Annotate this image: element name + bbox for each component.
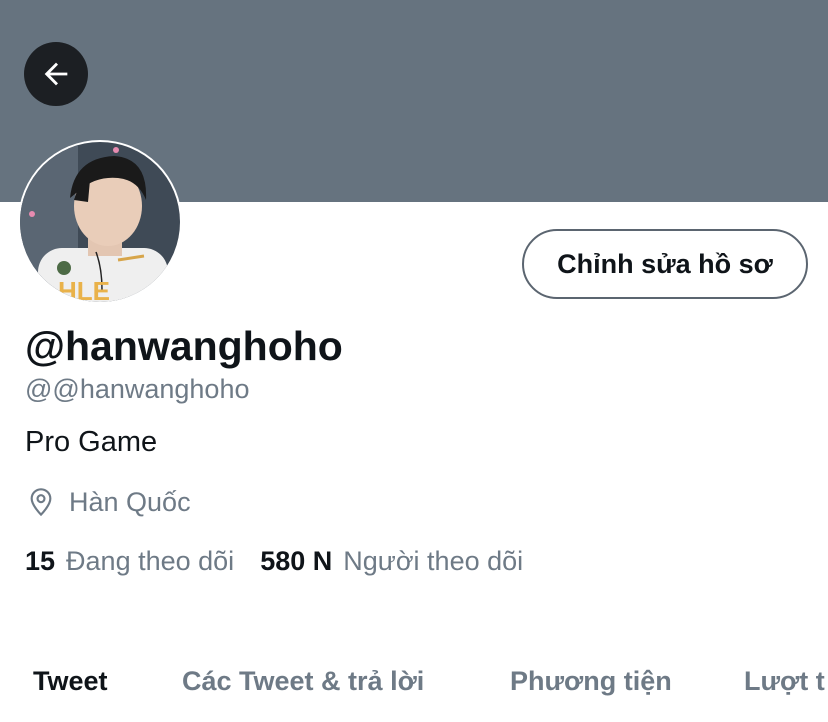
profile-handle: @@hanwanghoho <box>25 374 250 404</box>
avatar[interactable]: HLE <box>18 140 182 304</box>
following-label: Đang theo dõi <box>66 546 235 576</box>
svg-text:HLE: HLE <box>58 276 110 304</box>
profile-location: Hàn Quốc <box>25 486 191 518</box>
following-link[interactable]: 15 Đang theo dõi <box>25 546 234 577</box>
profile-stats: 15 Đang theo dõi 580 N Người theo dõi <box>25 546 523 577</box>
location-text: Hàn Quốc <box>69 486 191 517</box>
tab-media[interactable]: Phương tiện <box>510 666 672 697</box>
back-button[interactable] <box>24 42 88 106</box>
profile-tabs: Tweet Các Tweet & trả lời Phương tiện Lư… <box>0 660 828 722</box>
profile-bio: Pro Game <box>25 426 158 458</box>
following-count: 15 <box>25 546 56 576</box>
arrow-left-icon <box>44 62 68 86</box>
edit-profile-label: Chỉnh sửa hồ sơ <box>557 248 773 279</box>
followers-label: Người theo dõi <box>343 546 524 576</box>
avatar-image: HLE <box>20 142 180 304</box>
profile-page: HLE Chỉnh sửa hồ sơ @hanwanghoho @@hanwa… <box>0 0 828 722</box>
location-pin-icon <box>30 488 52 517</box>
tab-tweets[interactable]: Tweet <box>33 666 108 697</box>
followers-link[interactable]: 580 N Người theo dõi <box>260 546 523 577</box>
display-name: @hanwanghoho <box>25 323 343 369</box>
tab-tweets-and-replies[interactable]: Các Tweet & trả lời <box>182 666 424 697</box>
followers-count: 580 N <box>260 546 333 576</box>
tab-likes[interactable]: Lượt t <box>744 666 825 697</box>
edit-profile-button[interactable]: Chỉnh sửa hồ sơ <box>522 229 808 299</box>
